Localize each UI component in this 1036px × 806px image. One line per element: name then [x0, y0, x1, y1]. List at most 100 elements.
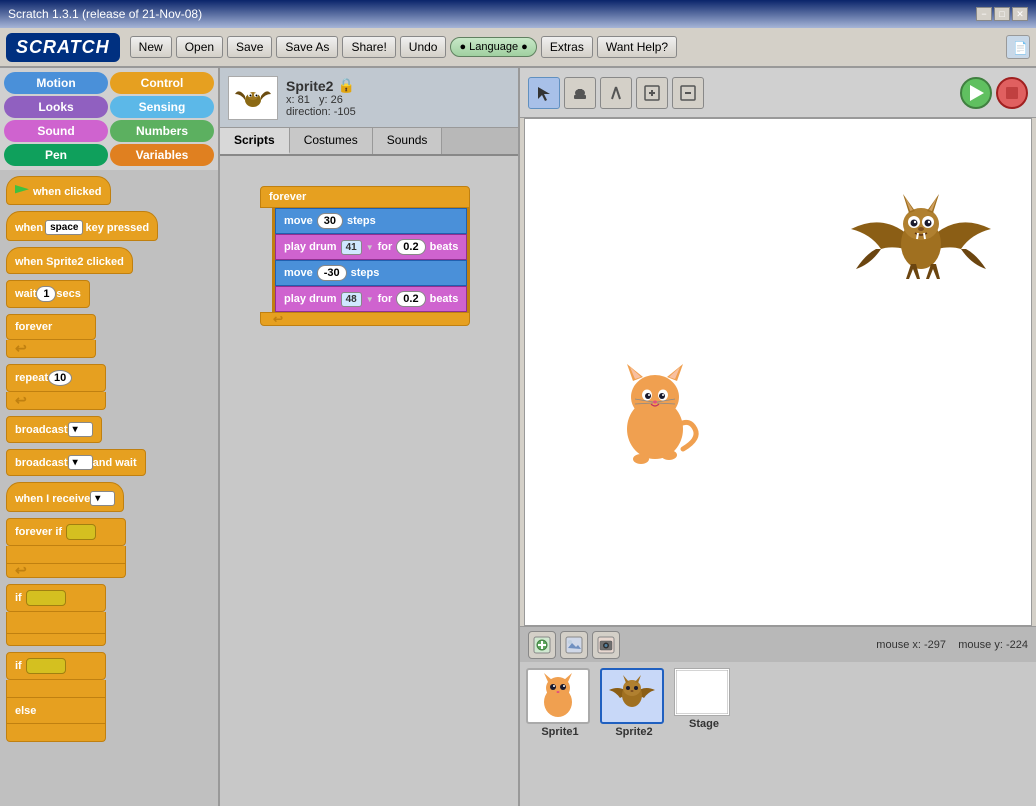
tab-costumes[interactable]: Costumes: [290, 128, 373, 154]
key-pressed-label: key pressed: [85, 222, 149, 234]
drum1-dropdown[interactable]: 41: [341, 240, 362, 255]
drum1-beats-input[interactable]: 0.2: [396, 239, 425, 255]
forever-bottom-arrow: ↩: [273, 312, 283, 326]
when-clicked-block[interactable]: when clicked: [6, 176, 111, 205]
repeat-block[interactable]: repeat 10: [6, 364, 106, 392]
sprite2-item[interactable]: Sprite2: [600, 668, 668, 738]
tab-scripts[interactable]: Scripts: [220, 128, 290, 154]
direction-label: direction:: [286, 106, 331, 118]
maximize-button[interactable]: □: [994, 7, 1010, 21]
drum2-dropdown[interactable]: 48: [341, 292, 362, 307]
repeat-input[interactable]: 10: [48, 370, 72, 386]
help-button[interactable]: Want Help?: [597, 36, 677, 58]
wait-label: wait: [15, 288, 36, 300]
stage-item[interactable]: Stage: [674, 668, 734, 730]
green-flag-button[interactable]: [960, 77, 992, 109]
undo-button[interactable]: Undo: [400, 36, 447, 58]
mouse-y-label: mouse y:: [958, 639, 1003, 651]
category-numbers[interactable]: Numbers: [110, 120, 214, 142]
wait-block[interactable]: wait 1 secs: [6, 280, 90, 308]
if-else-block[interactable]: if: [6, 652, 106, 680]
drum2-beats-input[interactable]: 0.2: [396, 291, 425, 307]
forever-script-top[interactable]: forever: [260, 186, 470, 208]
category-pen[interactable]: Pen: [4, 144, 108, 166]
forever-if-block[interactable]: forever if: [6, 518, 126, 546]
play-drum1-for: for: [378, 241, 393, 253]
share-button[interactable]: Share!: [342, 36, 395, 58]
drum1-arrow: ▼: [366, 243, 374, 252]
play-drum1-block[interactable]: play drum 41 ▼ for 0.2 beats: [275, 234, 467, 260]
play-drum2-label: play drum: [284, 293, 337, 305]
minimize-button[interactable]: −: [976, 7, 992, 21]
key-dropdown[interactable]: space: [45, 220, 83, 235]
new-button[interactable]: New: [130, 36, 172, 58]
move1-input[interactable]: 30: [317, 213, 343, 229]
y-label: y:: [319, 94, 328, 106]
sprite-name-row: Sprite2 🔒: [286, 77, 510, 94]
wait-unit: secs: [56, 288, 80, 300]
broadcast-wait-dropdown[interactable]: ▾: [68, 455, 93, 470]
receive-dropdown[interactable]: ▾: [90, 491, 115, 506]
move2-input[interactable]: -30: [317, 265, 347, 281]
language-button[interactable]: ● Language ●: [450, 37, 536, 57]
when-sprite-clicked-label: when Sprite2 clicked: [15, 256, 124, 268]
blocks-palette: when clicked when space key pressed when…: [0, 170, 218, 806]
category-sensing[interactable]: Sensing: [110, 96, 214, 118]
save-button[interactable]: Save: [227, 36, 272, 58]
mouse-coords: mouse x: -297 mouse y: -224: [876, 639, 1028, 651]
sprites-panel: mouse x: -297 mouse y: -224: [520, 626, 1036, 806]
new-sprite-paint-button[interactable]: [528, 631, 556, 659]
forever-block[interactable]: forever: [6, 314, 96, 340]
open-button[interactable]: Open: [176, 36, 223, 58]
save-as-button[interactable]: Save As: [276, 36, 338, 58]
when-key-block[interactable]: when space key pressed: [6, 211, 158, 241]
cut-tool-button[interactable]: [600, 77, 632, 109]
play-drum1-unit: beats: [430, 241, 459, 253]
mouse-y-val: -224: [1006, 639, 1028, 651]
window-controls[interactable]: − □ ✕: [976, 7, 1028, 21]
if-block[interactable]: if: [6, 584, 106, 612]
x-label: x:: [286, 94, 295, 106]
sprite1-item[interactable]: Sprite1: [526, 668, 594, 738]
play-drum2-block[interactable]: play drum 48 ▼ for 0.2 beats: [275, 286, 467, 312]
move2-block[interactable]: move -30 steps: [275, 260, 467, 286]
help-icon[interactable]: 📄: [1006, 35, 1030, 59]
broadcast-and-wait-block[interactable]: broadcast ▾ and wait: [6, 449, 146, 476]
shrink-tool-button[interactable]: [672, 77, 704, 109]
forever-inner: move 30 steps play drum 41 ▼ for 0.2 bea…: [272, 208, 470, 312]
category-variables[interactable]: Variables: [110, 144, 214, 166]
category-motion[interactable]: Motion: [4, 72, 108, 94]
extras-button[interactable]: Extras: [541, 36, 593, 58]
block-row-receive: when I receive ▾: [6, 482, 212, 512]
when-sprite-clicked-block[interactable]: when Sprite2 clicked: [6, 247, 133, 274]
category-control[interactable]: Control: [110, 72, 214, 94]
scripts-canvas[interactable]: forever move 30 steps play drum 41 ▼: [220, 156, 518, 806]
menu-bar: SCRATCH New Open Save Save As Share! Und…: [0, 28, 1036, 68]
when-receive-block[interactable]: when I receive ▾: [6, 482, 124, 512]
block-row-broadcast: broadcast ▾: [6, 416, 212, 443]
green-flag-icon: [15, 185, 29, 199]
grow-tool-button[interactable]: [636, 77, 668, 109]
arrow-tool-button[interactable]: [528, 77, 560, 109]
broadcast-dropdown[interactable]: ▾: [68, 422, 93, 437]
sprites-list: Sprite1: [520, 662, 1036, 806]
when-key-label: when: [15, 222, 43, 234]
wait-input[interactable]: 1: [36, 286, 56, 302]
close-button[interactable]: ✕: [1012, 7, 1028, 21]
stamp-tool-button[interactable]: [564, 77, 596, 109]
stage-canvas[interactable]: [524, 118, 1032, 626]
move1-block[interactable]: move 30 steps: [275, 208, 467, 234]
sprite-thumbnail: [228, 76, 278, 120]
play-drum1-label: play drum: [284, 241, 337, 253]
broadcast-block[interactable]: broadcast ▾: [6, 416, 102, 443]
new-sprite-browse-button[interactable]: [560, 631, 588, 659]
category-looks[interactable]: Looks: [4, 96, 108, 118]
stop-button[interactable]: [996, 77, 1028, 109]
stage-thumbnail: [674, 668, 730, 716]
title-bar: Scratch 1.3.1 (release of 21-Nov-08) − □…: [0, 0, 1036, 28]
new-sprite-camera-button[interactable]: [592, 631, 620, 659]
repeat-label: repeat: [15, 372, 48, 384]
tab-sounds[interactable]: Sounds: [373, 128, 443, 154]
category-sound[interactable]: Sound: [4, 120, 108, 142]
move1-unit: steps: [347, 215, 376, 227]
